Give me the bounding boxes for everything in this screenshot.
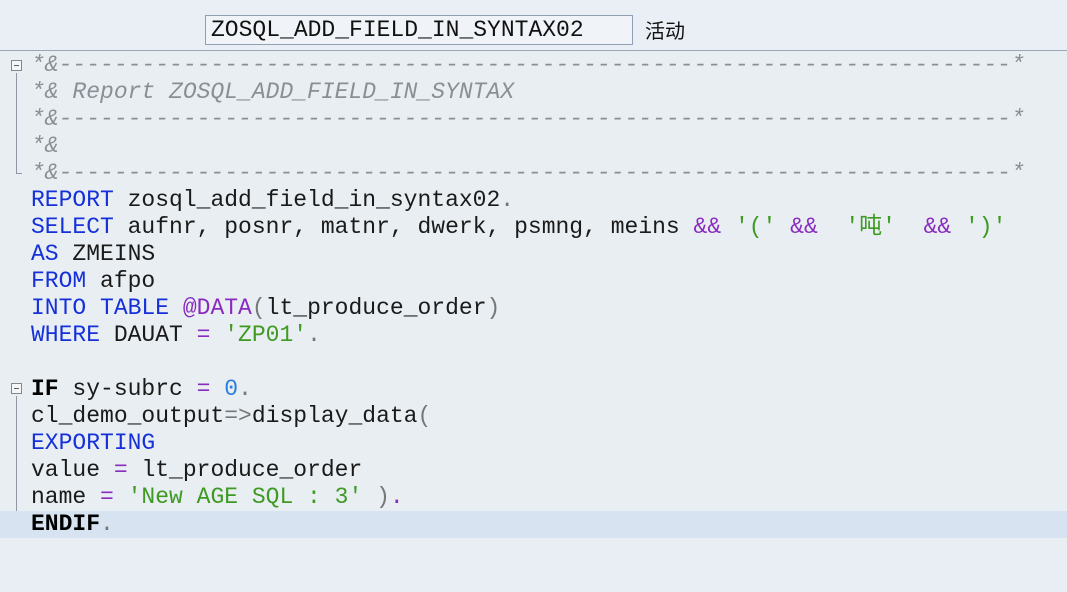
string-literal: 'ZP01' xyxy=(210,322,308,348)
punctuation: ( xyxy=(417,403,432,429)
method-name: display_data xyxy=(251,403,418,429)
comment: *&--------------------------------------… xyxy=(31,52,1025,78)
inline-declaration: @DATA xyxy=(169,295,252,321)
operator: && xyxy=(693,214,722,240)
code-line-16: value = lt_produce_order xyxy=(0,457,1067,484)
code-line-4: *& xyxy=(0,133,1067,160)
comment: *&--------------------------------------… xyxy=(31,106,1025,132)
string-literal: 'New AGE SQL : 3' xyxy=(113,484,363,510)
punctuation: ) xyxy=(362,484,390,510)
code-line-14: cl_demo_output=>display_data( xyxy=(0,403,1067,430)
operator: && xyxy=(790,214,818,240)
code-line-5: *&--------------------------------------… xyxy=(0,160,1067,187)
identifier: afpo xyxy=(86,268,156,294)
punctuation: . xyxy=(389,484,404,510)
code-editor[interactable]: *&--------------------------------------… xyxy=(0,52,1067,547)
identifier: sy-subrc xyxy=(58,376,197,402)
keyword: EXPORTING xyxy=(31,430,156,456)
identifier: lt_produce_order xyxy=(265,295,487,321)
keyword: AS xyxy=(31,241,59,267)
punctuation: . xyxy=(100,511,114,537)
keyword: REPORT xyxy=(31,187,114,213)
code-line-3: *&--------------------------------------… xyxy=(0,106,1067,133)
keyword: FROM xyxy=(31,268,87,294)
comment: *&--------------------------------------… xyxy=(31,160,1025,186)
identifier: zosql_add_field_in_syntax02 xyxy=(113,187,501,213)
code-line-13: IF sy-subrc = 0. xyxy=(0,376,1067,403)
code-line-6: REPORT zosql_add_field_in_syntax02. xyxy=(0,187,1067,214)
operator: = xyxy=(196,376,211,402)
punctuation: . xyxy=(238,376,252,402)
comment: *& xyxy=(31,133,59,159)
operator: = xyxy=(113,457,128,483)
parameter-name: value xyxy=(31,457,114,483)
code-line-1: *&--------------------------------------… xyxy=(0,52,1067,79)
code-line-10: INTO TABLE @DATA(lt_produce_order) xyxy=(0,295,1067,322)
punctuation: ) xyxy=(486,295,501,321)
operator: && xyxy=(923,214,952,240)
punctuation: ( xyxy=(251,295,266,321)
string-literal: '吨' xyxy=(817,214,924,240)
activation-status: 活动 xyxy=(645,19,685,43)
comment: *& Report ZOSQL_ADD_FIELD_IN_SYNTAX xyxy=(31,79,515,105)
code-line-2: *& Report ZOSQL_ADD_FIELD_IN_SYNTAX xyxy=(0,79,1067,106)
string-literal: '(' xyxy=(721,214,791,240)
identifier: ZMEINS xyxy=(58,241,156,267)
code-line-7: SELECT aufnr, posnr, matnr, dwerk, psmng… xyxy=(0,214,1067,241)
string-literal: ')' xyxy=(951,214,1007,240)
code-line-8: AS ZMEINS xyxy=(0,241,1067,268)
operator: = xyxy=(100,484,114,510)
parameter-name: name xyxy=(31,484,101,510)
keyword: SELECT xyxy=(31,214,114,240)
identifier: DAUAT xyxy=(100,322,197,348)
keyword: INTO TABLE xyxy=(31,295,170,321)
class-name: cl_demo_output xyxy=(31,403,225,429)
field-list: aufnr, posnr, matnr, dwerk, psmng, meins xyxy=(113,214,694,240)
code-line-15: EXPORTING xyxy=(0,430,1067,457)
code-line-17: name = 'New AGE SQL : 3' ). xyxy=(0,484,1067,511)
punctuation: . xyxy=(500,187,515,213)
number-literal: 0 xyxy=(210,376,239,402)
operator: = xyxy=(196,322,211,348)
keyword: IF xyxy=(31,376,59,402)
punctuation: . xyxy=(307,322,321,348)
static-access-operator: => xyxy=(224,403,252,429)
editor-header: ZOSQL_ADD_FIELD_IN_SYNTAX02 活动 xyxy=(0,0,1067,51)
identifier: lt_produce_order xyxy=(127,457,363,483)
keyword: WHERE xyxy=(31,322,101,348)
keyword: ENDIF xyxy=(31,511,101,537)
code-line-18-current: ENDIF. xyxy=(0,511,1067,538)
program-name-field[interactable]: ZOSQL_ADD_FIELD_IN_SYNTAX02 xyxy=(205,15,633,45)
code-line-11: WHERE DAUAT = 'ZP01'. xyxy=(0,322,1067,349)
code-line-9: FROM afpo xyxy=(0,268,1067,295)
